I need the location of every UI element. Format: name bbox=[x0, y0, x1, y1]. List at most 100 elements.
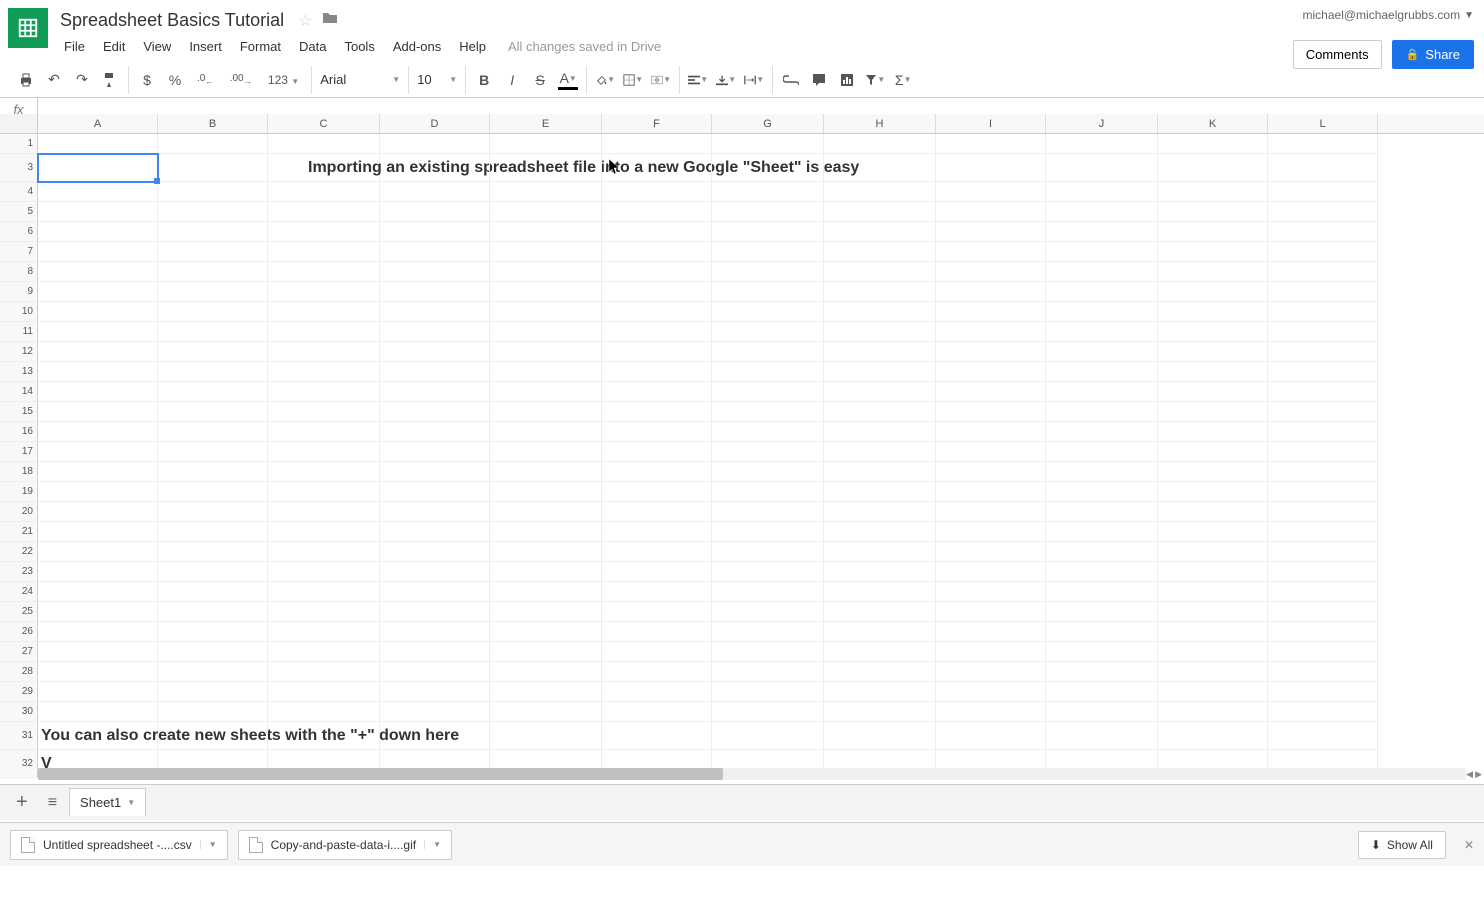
row-header[interactable]: 1 bbox=[0, 134, 38, 154]
cell[interactable] bbox=[380, 202, 490, 222]
cell[interactable] bbox=[490, 154, 602, 182]
cell[interactable] bbox=[380, 582, 490, 602]
cell[interactable]: You can also create new sheets with the … bbox=[38, 722, 158, 750]
cell[interactable] bbox=[1046, 422, 1158, 442]
cell[interactable] bbox=[1046, 682, 1158, 702]
cell[interactable] bbox=[1046, 382, 1158, 402]
col-header-L[interactable]: L bbox=[1268, 114, 1378, 133]
cell[interactable] bbox=[712, 562, 824, 582]
cell[interactable] bbox=[824, 242, 936, 262]
cell[interactable] bbox=[1046, 462, 1158, 482]
cell[interactable] bbox=[602, 154, 712, 182]
cell[interactable] bbox=[824, 202, 936, 222]
cell[interactable] bbox=[1158, 682, 1268, 702]
cell[interactable] bbox=[158, 462, 268, 482]
cell[interactable] bbox=[38, 702, 158, 722]
cell[interactable] bbox=[712, 134, 824, 154]
cell[interactable] bbox=[1046, 134, 1158, 154]
cell[interactable] bbox=[602, 702, 712, 722]
cell[interactable] bbox=[158, 542, 268, 562]
cell[interactable] bbox=[824, 422, 936, 442]
cell[interactable] bbox=[158, 202, 268, 222]
cell[interactable] bbox=[1046, 702, 1158, 722]
cell[interactable] bbox=[602, 422, 712, 442]
cell[interactable] bbox=[268, 282, 380, 302]
cell[interactable] bbox=[712, 462, 824, 482]
row-header[interactable]: 32 bbox=[0, 750, 38, 778]
cell[interactable] bbox=[380, 682, 490, 702]
cell[interactable] bbox=[602, 522, 712, 542]
cell[interactable] bbox=[380, 662, 490, 682]
row-header[interactable]: 4 bbox=[0, 182, 38, 202]
cell[interactable] bbox=[490, 134, 602, 154]
cell[interactable] bbox=[824, 682, 936, 702]
menu-edit[interactable]: Edit bbox=[95, 35, 133, 58]
cell[interactable] bbox=[380, 134, 490, 154]
cell[interactable] bbox=[38, 322, 158, 342]
folder-icon[interactable] bbox=[322, 11, 338, 30]
cell[interactable] bbox=[824, 562, 936, 582]
cell[interactable] bbox=[936, 642, 1046, 662]
cell[interactable] bbox=[1158, 282, 1268, 302]
cell[interactable] bbox=[380, 262, 490, 282]
row-header[interactable]: 7 bbox=[0, 242, 38, 262]
cell[interactable] bbox=[158, 442, 268, 462]
cell[interactable] bbox=[38, 682, 158, 702]
cell[interactable] bbox=[712, 342, 824, 362]
cell[interactable] bbox=[380, 402, 490, 422]
share-button[interactable]: 🔒 Share bbox=[1392, 40, 1474, 69]
cell[interactable] bbox=[490, 242, 602, 262]
cell[interactable] bbox=[1158, 262, 1268, 282]
cell[interactable] bbox=[268, 262, 380, 282]
cell[interactable] bbox=[268, 362, 380, 382]
cell[interactable] bbox=[1268, 362, 1378, 382]
cell[interactable] bbox=[268, 702, 380, 722]
row-header[interactable]: 28 bbox=[0, 662, 38, 682]
cell[interactable] bbox=[824, 262, 936, 282]
cell[interactable] bbox=[268, 382, 380, 402]
cell[interactable] bbox=[1158, 562, 1268, 582]
cell[interactable] bbox=[602, 462, 712, 482]
cell[interactable] bbox=[602, 222, 712, 242]
cell[interactable] bbox=[38, 542, 158, 562]
cell[interactable] bbox=[936, 402, 1046, 422]
cell[interactable] bbox=[380, 302, 490, 322]
show-all-downloads-button[interactable]: ⬇ Show All bbox=[1358, 831, 1446, 859]
cell[interactable] bbox=[824, 382, 936, 402]
col-header-F[interactable]: F bbox=[602, 114, 712, 133]
cell[interactable] bbox=[712, 302, 824, 322]
cell[interactable] bbox=[712, 242, 824, 262]
row-header[interactable]: 24 bbox=[0, 582, 38, 602]
cell[interactable] bbox=[1046, 442, 1158, 462]
cell[interactable] bbox=[38, 442, 158, 462]
cell[interactable] bbox=[490, 702, 602, 722]
cell[interactable] bbox=[936, 542, 1046, 562]
cell[interactable] bbox=[380, 242, 490, 262]
cell[interactable] bbox=[602, 602, 712, 622]
cell[interactable] bbox=[1046, 622, 1158, 642]
cell[interactable] bbox=[38, 202, 158, 222]
cell[interactable] bbox=[268, 582, 380, 602]
menu-data[interactable]: Data bbox=[291, 35, 334, 58]
row-header[interactable]: 23 bbox=[0, 562, 38, 582]
cell[interactable] bbox=[490, 362, 602, 382]
row-header[interactable]: 19 bbox=[0, 482, 38, 502]
row-header[interactable]: 16 bbox=[0, 422, 38, 442]
cell[interactable] bbox=[1046, 262, 1158, 282]
add-sheet-button[interactable]: + bbox=[8, 787, 36, 818]
cell[interactable] bbox=[602, 502, 712, 522]
cell[interactable] bbox=[268, 682, 380, 702]
cell[interactable] bbox=[490, 502, 602, 522]
vertical-align-button[interactable]: ▼ bbox=[716, 70, 736, 90]
increase-decimal-button[interactable]: .00→ bbox=[226, 71, 256, 88]
cell[interactable] bbox=[1158, 382, 1268, 402]
cell[interactable] bbox=[38, 602, 158, 622]
more-formats-button[interactable]: 123 ▼ bbox=[264, 71, 303, 89]
cell[interactable] bbox=[824, 722, 936, 750]
cell[interactable] bbox=[490, 322, 602, 342]
menu-help[interactable]: Help bbox=[451, 35, 494, 58]
bold-button[interactable]: B bbox=[474, 70, 494, 90]
cell[interactable] bbox=[268, 222, 380, 242]
cell[interactable] bbox=[1046, 402, 1158, 422]
cell[interactable] bbox=[268, 562, 380, 582]
